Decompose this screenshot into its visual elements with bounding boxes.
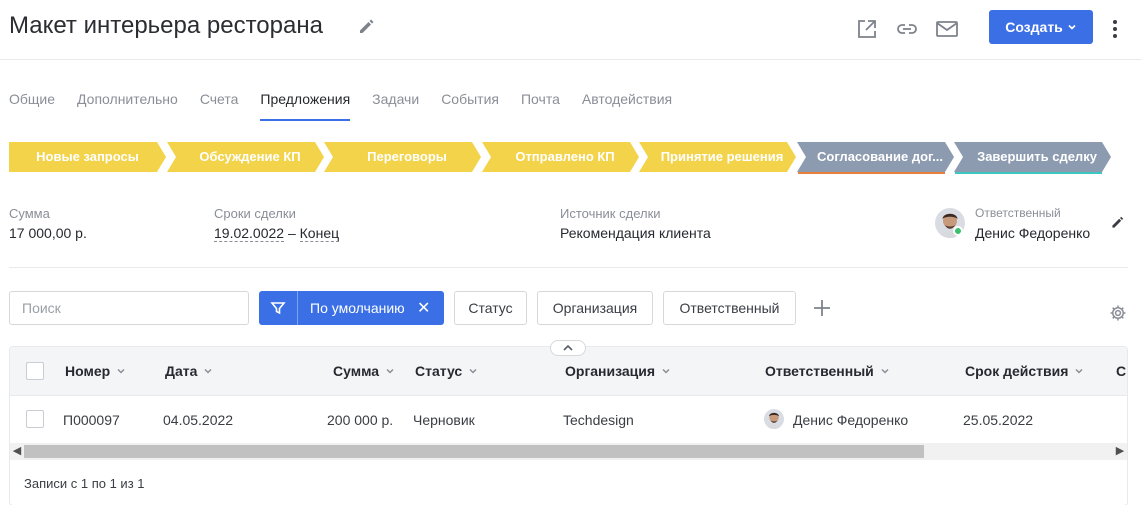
cell-date: 04.05.2022 <box>163 412 234 428</box>
pipeline-stage[interactable]: Переговоры <box>324 142 481 174</box>
external-link-icon[interactable] <box>855 17 879 41</box>
page-title: Макет интерьера ресторана <box>9 12 323 39</box>
pipeline-stage[interactable]: Обсуждение КП <box>167 142 324 174</box>
chevron-up-icon <box>563 344 573 351</box>
scroll-left-icon[interactable]: ◀ <box>10 443 24 460</box>
pipeline-stage[interactable]: Отправлено КП <box>482 142 639 174</box>
plus-icon[interactable] <box>811 297 833 319</box>
column-number[interactable]: Номер <box>65 363 126 379</box>
chevron-down-icon <box>1068 24 1076 30</box>
stage-label: Согласование дог... <box>817 149 943 164</box>
filter-chip-organization[interactable]: Организация <box>537 291 653 325</box>
filter-chip-status[interactable]: Статус <box>454 291 527 325</box>
page-header: Макет интерьера ресторана Создать <box>0 0 1141 60</box>
online-status-dot <box>953 226 963 236</box>
close-icon[interactable]: ✕ <box>417 298 430 318</box>
chevron-down-icon <box>204 368 212 374</box>
pipeline-stage[interactable]: Согласование дог... <box>797 142 954 174</box>
stage-label: Отправлено КП <box>515 149 615 164</box>
stage-label: Обсуждение КП <box>199 149 301 164</box>
chevron-down-icon <box>1075 368 1083 374</box>
filter-icon[interactable] <box>259 291 298 325</box>
settings-icon[interactable] <box>1109 304 1127 322</box>
pencil-icon[interactable] <box>357 16 377 36</box>
row-checkbox[interactable] <box>26 410 44 428</box>
create-button[interactable]: Создать <box>989 10 1093 44</box>
sum-label: Сумма <box>9 206 50 221</box>
link-icon[interactable] <box>895 17 919 41</box>
search-input[interactable] <box>9 291 249 325</box>
more-vertical-icon[interactable] <box>1105 17 1125 41</box>
scrollbar-thumb[interactable] <box>24 445 924 458</box>
tab-invoices[interactable]: Счета <box>200 88 239 121</box>
chevron-down-icon <box>469 368 477 374</box>
tab-additional[interactable]: Дополнительно <box>77 88 178 121</box>
source-value: Рекомендация клиента <box>560 225 711 241</box>
terms-value: 19.02.0022 – Конец <box>214 225 340 242</box>
create-button-label: Создать <box>1005 19 1063 35</box>
terms-separator: – <box>287 225 296 241</box>
terms-label: Сроки сделки <box>214 206 296 221</box>
chevron-down-icon <box>881 368 889 374</box>
tab-proposals[interactable]: Предложения <box>260 88 351 121</box>
filter-preset[interactable]: По умолчанию ✕ <box>259 291 444 325</box>
column-organization[interactable]: Организация <box>565 363 671 379</box>
filter-preset-label: По умолчанию <box>310 300 405 316</box>
column-truncated[interactable]: С <box>1116 363 1126 379</box>
pencil-icon[interactable] <box>1110 214 1126 230</box>
cell-owner[interactable]: Денис Федоренко <box>793 412 908 428</box>
column-date[interactable]: Дата <box>165 363 213 379</box>
column-status[interactable]: Статус <box>415 363 478 379</box>
tab-automations[interactable]: Автодействия <box>582 88 672 121</box>
sum-value: 17 000,00 р. <box>9 225 87 241</box>
cell-organization[interactable]: Techdesign <box>563 412 634 428</box>
cell-status: Черновик <box>413 412 475 428</box>
owner-label: Ответственный <box>975 206 1061 220</box>
filter-chip-owner[interactable]: Ответственный <box>663 291 796 325</box>
chevron-down-icon <box>662 368 670 374</box>
select-all-checkbox[interactable] <box>26 362 44 380</box>
column-owner[interactable]: Ответственный <box>765 363 890 379</box>
tab-tasks[interactable]: Задачи <box>372 88 419 121</box>
tab-mail[interactable]: Почта <box>521 88 560 121</box>
stage-label: Переговоры <box>367 149 447 164</box>
cell-valid-until: 25.05.2022 <box>963 412 1034 428</box>
stage-label: Новые запросы <box>36 149 139 164</box>
stage-label: Принятие решения <box>660 149 784 164</box>
mail-icon[interactable] <box>935 17 959 41</box>
tab-bar: Общие Дополнительно Счета Предложения За… <box>9 88 694 121</box>
pipeline-stage[interactable]: Принятие решения <box>639 142 796 174</box>
records-count: Записи с 1 по 1 из 1 <box>24 476 145 491</box>
chevron-down-icon <box>386 368 394 374</box>
source-label: Источник сделки <box>560 206 661 221</box>
terms-start[interactable]: 19.02.0022 <box>214 225 285 242</box>
tab-events[interactable]: События <box>441 88 499 121</box>
proposals-table: Номер Дата Сумма Статус Организация Отве… <box>9 346 1128 505</box>
terms-end[interactable]: Конец <box>299 225 340 242</box>
column-sum[interactable]: Сумма <box>333 363 395 379</box>
tab-general[interactable]: Общие <box>9 88 55 121</box>
chevron-down-icon <box>117 368 125 374</box>
avatar <box>764 409 784 429</box>
divider <box>9 267 1128 268</box>
collapse-toggle[interactable] <box>550 340 586 356</box>
owner-value: Денис Федоренко <box>975 225 1091 241</box>
pipeline-stage[interactable]: Новые запросы <box>9 142 166 174</box>
cell-sum: 200 000 р. <box>327 412 394 428</box>
scroll-right-icon[interactable]: ▶ <box>1113 443 1127 460</box>
pipeline-stage[interactable]: Завершить сделку <box>954 142 1111 174</box>
cell-number[interactable]: П000097 <box>63 412 120 428</box>
column-valid-until[interactable]: Срок действия <box>965 363 1084 379</box>
horizontal-scrollbar[interactable]: ◀ ▶ <box>10 443 1127 460</box>
stage-label: Завершить сделку <box>977 149 1097 164</box>
